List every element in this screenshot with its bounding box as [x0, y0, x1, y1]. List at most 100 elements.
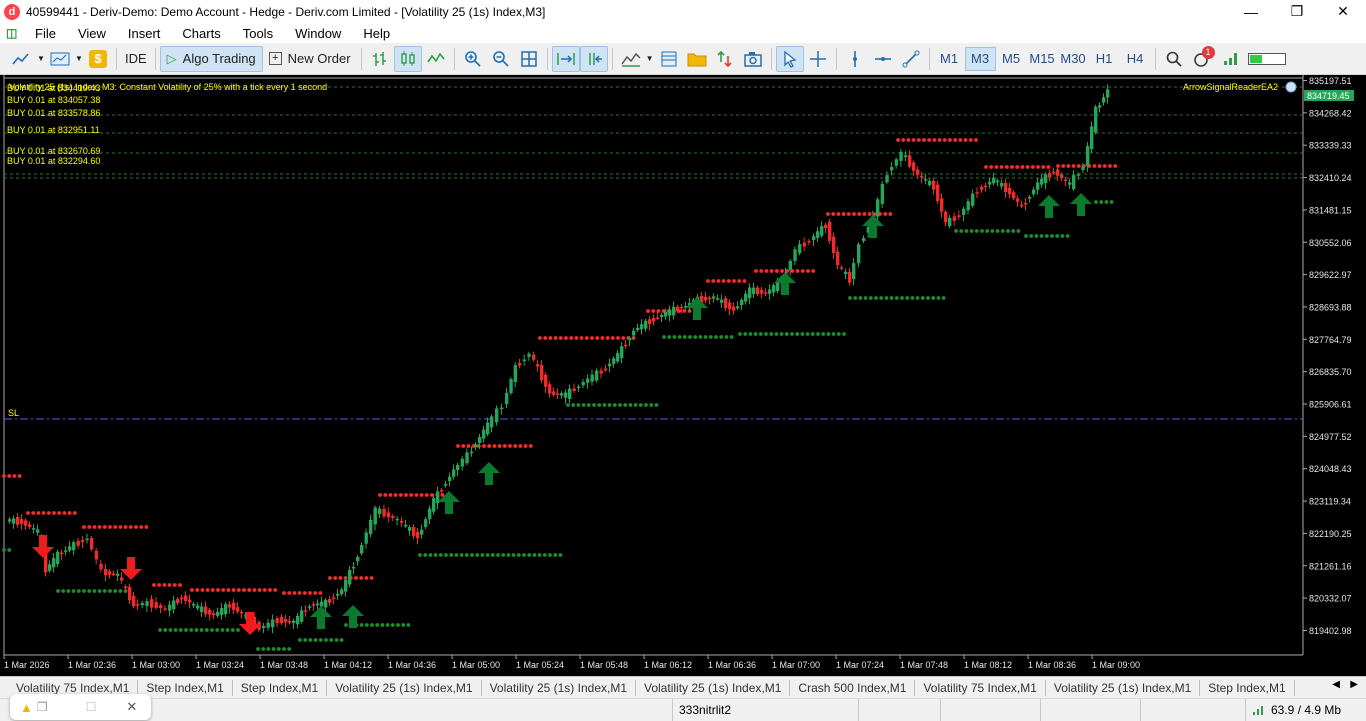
- timeframe-m30[interactable]: M30: [1058, 47, 1089, 71]
- close-button[interactable]: ✕: [1320, 0, 1366, 23]
- timeframe-m1[interactable]: M1: [934, 47, 965, 71]
- chart-tab[interactable]: Crash 500 Index,M1: [790, 679, 916, 696]
- candle: [145, 601, 149, 607]
- candle: [1040, 178, 1044, 185]
- timeframe-m5[interactable]: M5: [996, 47, 1027, 71]
- resistance-dot: [958, 138, 963, 142]
- resistance-dot: [706, 279, 710, 283]
- price-chart[interactable]: SL BUY 0.01 at 834419.43 BUY 0.01 at 8340…: [0, 75, 1366, 676]
- resistance-dot: [989, 165, 994, 169]
- screenshot-icon[interactable]: [739, 46, 767, 72]
- menu-view[interactable]: View: [67, 26, 117, 41]
- profile-name: 333nitrlit2: [679, 703, 732, 717]
- menu-help[interactable]: Help: [352, 26, 401, 41]
- cursor-icon[interactable]: [775, 45, 804, 72]
- tabs-scroll-left-icon[interactable]: ◀: [1332, 679, 1340, 690]
- new-chart-dropdown-icon[interactable]: ▼: [36, 46, 46, 72]
- support-dot: [910, 296, 915, 300]
- profiles-icon[interactable]: [46, 46, 74, 72]
- indicators-icon[interactable]: [617, 46, 645, 72]
- time-label: 1 Mar 02:36: [68, 660, 116, 670]
- chart-tab[interactable]: Volatility 75 Index,M1: [915, 679, 1046, 696]
- notifications-icon[interactable]: 1: [1188, 45, 1216, 72]
- notification-popup[interactable]: ▲ ❐ ☐ ✕: [10, 694, 151, 720]
- trendline-icon[interactable]: [897, 46, 925, 72]
- zoom-out-icon[interactable]: [487, 46, 515, 72]
- copy-icon[interactable]: ❐: [37, 700, 48, 714]
- chart-tab[interactable]: Volatility 25 (1s) Index,M1: [636, 679, 791, 696]
- line-chart-icon[interactable]: [422, 46, 450, 72]
- support-dot: [92, 589, 97, 593]
- restore-button[interactable]: ❐: [1274, 0, 1320, 23]
- candlestick-icon[interactable]: [393, 45, 422, 72]
- window-title: 40599441 - Deriv-Demo: Demo Account - He…: [26, 4, 546, 19]
- chart-tab[interactable]: Volatility 25 (1s) Index,M1: [327, 679, 482, 696]
- resistance-dot: [424, 493, 429, 497]
- new-chart-icon[interactable]: [8, 46, 36, 72]
- expert-hat-icon[interactable]: [1285, 81, 1297, 93]
- chart-canvas[interactable]: SL BUY 0.01 at 834419.43BUY 0.01 at 8340…: [0, 75, 1366, 676]
- candle: [992, 177, 996, 184]
- notification-close-icon[interactable]: ✕: [126, 699, 137, 715]
- chart-menu-icon[interactable]: ◫: [6, 26, 22, 40]
- open-folder-icon[interactable]: [683, 46, 711, 72]
- support-dot: [470, 553, 474, 557]
- timeframe-h1[interactable]: H1: [1089, 47, 1120, 71]
- one-click-trading-icon[interactable]: [711, 46, 739, 72]
- support-dot: [522, 553, 526, 557]
- timeframe-m3[interactable]: M3: [964, 46, 996, 71]
- vertical-line-icon[interactable]: [841, 46, 869, 72]
- menu-charts[interactable]: Charts: [171, 26, 231, 41]
- tabs-scroll-right-icon[interactable]: ▶: [1350, 679, 1358, 690]
- resistance-dot: [1076, 164, 1081, 168]
- new-order-button[interactable]: + New Order: [263, 46, 357, 72]
- chart-tab[interactable]: Step Index,M1: [138, 679, 233, 696]
- chart-tab[interactable]: Volatility 25 (1s) Index,M1: [1046, 679, 1201, 696]
- candle: [500, 407, 504, 410]
- profiles-dropdown-icon[interactable]: ▼: [74, 46, 84, 72]
- ide-button[interactable]: IDE: [121, 46, 151, 72]
- candle: [540, 365, 544, 381]
- candle: [1036, 182, 1040, 190]
- support-dot: [729, 335, 734, 339]
- support-dot: [936, 296, 941, 300]
- chart-tab[interactable]: Step Index,M1: [233, 679, 328, 696]
- candle: [1000, 182, 1004, 187]
- tile-windows-icon[interactable]: [515, 46, 543, 72]
- candle: [772, 285, 776, 293]
- chart-shift-icon[interactable]: [579, 45, 608, 72]
- chart-tab[interactable]: Step Index,M1: [1200, 679, 1295, 696]
- crosshair-icon[interactable]: [804, 46, 832, 72]
- minimize-button[interactable]: —: [1228, 0, 1274, 23]
- market-watch-icon[interactable]: $: [84, 46, 112, 72]
- chart-tab[interactable]: Volatility 25 (1s) Index,M1: [482, 679, 636, 696]
- candle: [1008, 187, 1012, 195]
- candle: [548, 384, 552, 394]
- indicators-dropdown-icon[interactable]: ▼: [645, 46, 655, 72]
- support-dot: [743, 332, 748, 336]
- resistance-dot: [742, 279, 747, 283]
- zoom-in-icon[interactable]: [459, 46, 487, 72]
- candle: [292, 620, 296, 624]
- candle: [1068, 182, 1072, 185]
- timeframe-h4[interactable]: H4: [1120, 47, 1151, 71]
- candle: [728, 302, 732, 310]
- timeframe-m15[interactable]: M15: [1027, 47, 1058, 71]
- menu-window[interactable]: Window: [284, 26, 352, 41]
- templates-icon[interactable]: [655, 46, 683, 72]
- candle: [404, 524, 408, 527]
- menu-insert[interactable]: Insert: [117, 26, 172, 41]
- candle: [656, 317, 660, 319]
- support-dot: [586, 403, 591, 407]
- algo-trading-button[interactable]: ▷ Algo Trading: [159, 45, 263, 72]
- horizontal-line-icon[interactable]: [869, 46, 897, 72]
- search-icon[interactable]: [1160, 46, 1188, 72]
- expand-icon[interactable]: ☐: [86, 700, 97, 714]
- support-dot: [576, 403, 581, 407]
- bar-chart-icon[interactable]: [366, 46, 394, 72]
- auto-scroll-icon[interactable]: [551, 45, 580, 72]
- candle: [1044, 174, 1048, 184]
- candle: [12, 518, 16, 524]
- menu-file[interactable]: File: [24, 26, 67, 41]
- menu-tools[interactable]: Tools: [232, 26, 284, 41]
